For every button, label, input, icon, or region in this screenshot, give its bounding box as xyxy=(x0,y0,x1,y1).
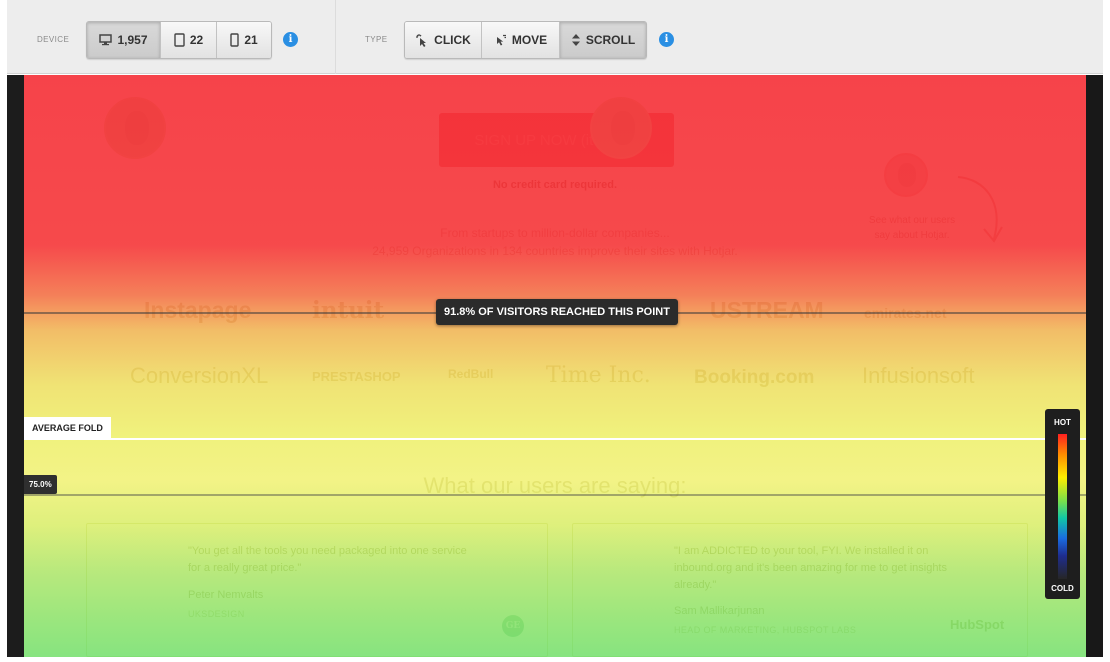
scroll-percentage-label: 75.0% xyxy=(24,475,57,494)
type-scroll-label: SCROLL xyxy=(585,33,636,47)
type-filter-group: CLICK MOVE SCROLL xyxy=(404,21,647,59)
logo-ustream: USTREAM xyxy=(710,297,824,323)
type-click-label: CLICK xyxy=(434,33,471,47)
testimonial-name-2: Sam Mallikarjunan xyxy=(674,605,765,617)
average-fold-line xyxy=(24,438,1086,440)
testimonial-avatar-1 xyxy=(104,97,166,159)
ge-logo-icon: GE xyxy=(502,615,524,637)
scroll-icon xyxy=(571,33,581,47)
heat-legend: HOT COLD xyxy=(1045,409,1080,599)
legend-hot-label: HOT xyxy=(1054,418,1071,427)
logo-conversionxl: ConversionXL xyxy=(130,363,269,388)
testimonial-quote-1: "You get all the tools you need packaged… xyxy=(188,545,467,574)
device-tablet-button[interactable]: 22 xyxy=(161,22,217,58)
type-label: TYPE xyxy=(365,35,388,44)
type-info-icon[interactable]: i xyxy=(659,32,674,47)
device-info-icon[interactable]: i xyxy=(283,32,298,47)
type-scroll-button[interactable]: SCROLL xyxy=(560,22,646,58)
viewport-scrollbar[interactable] xyxy=(1086,75,1103,657)
see-users-note: See what our users say about Hotjar. xyxy=(847,213,977,243)
logo-timeinc: Time Inc. xyxy=(546,363,651,388)
see-users-line1: See what our users xyxy=(868,215,956,226)
type-click-button[interactable]: CLICK xyxy=(405,22,482,58)
desktop-icon xyxy=(99,34,113,46)
reach-label[interactable]: 91.8% OF VISITORS REACHED THIS POINT xyxy=(436,299,678,325)
heatmap-viewport: SIGN UP NOW (it's free) No credit card r… xyxy=(7,75,1103,657)
legend-cold-label: COLD xyxy=(1051,584,1074,593)
click-icon xyxy=(415,33,429,47)
tablet-count: 22 xyxy=(189,33,204,47)
see-users-line2: say about Hotjar. xyxy=(874,230,950,241)
scroll-percentage-line xyxy=(24,494,1086,496)
user-avatar xyxy=(884,153,928,197)
move-icon xyxy=(494,34,507,47)
type-move-button[interactable]: MOVE xyxy=(482,22,560,58)
tablet-icon xyxy=(174,33,185,47)
device-label: DEVICE xyxy=(37,35,70,44)
testimonial-company-2: HEAD OF MARKETING, HUBSPOT LABS xyxy=(674,625,857,635)
logo-redbull: RedBull xyxy=(448,367,494,381)
hubspot-logo: HubSpot xyxy=(950,617,1005,632)
logo-booking: Booking.com xyxy=(694,367,815,388)
toolbar-divider xyxy=(335,0,336,74)
type-move-label: MOVE xyxy=(511,33,548,47)
desktop-count: 1,957 xyxy=(117,33,148,47)
phone-count: 21 xyxy=(244,33,258,47)
logo-intuit: intuit xyxy=(312,297,385,324)
testimonial-quote-2: "I am ADDICTED to your tool, FYI. We ins… xyxy=(674,545,947,591)
testimonial-avatar-2 xyxy=(590,97,652,159)
logo-instapage: Instapage xyxy=(144,297,252,323)
recorded-page: SIGN UP NOW (it's free) No credit card r… xyxy=(24,75,1086,657)
logo-prestashop: PRESTASHOP xyxy=(312,369,401,384)
device-filter-group: 1,957 22 21 xyxy=(86,21,272,59)
phone-icon xyxy=(230,33,240,47)
testimonial-name-1: Peter Nemvalts xyxy=(188,589,264,601)
device-phone-button[interactable]: 21 xyxy=(217,22,271,58)
logo-infusionsoft: Infusionsoft xyxy=(862,363,975,388)
testimonial-company-1: UKSDESIGN xyxy=(188,609,245,619)
legend-gradient-bar xyxy=(1058,434,1067,579)
average-fold-label: AVERAGE FOLD xyxy=(24,417,111,438)
heatmap-toolbar: DEVICE 1,957 22 21 i TYPE CLICK MOVE SCR… xyxy=(7,0,1103,74)
device-desktop-button[interactable]: 1,957 xyxy=(87,22,161,58)
tagline-line2: 24,959 Organizations in 134 countries im… xyxy=(372,244,738,258)
